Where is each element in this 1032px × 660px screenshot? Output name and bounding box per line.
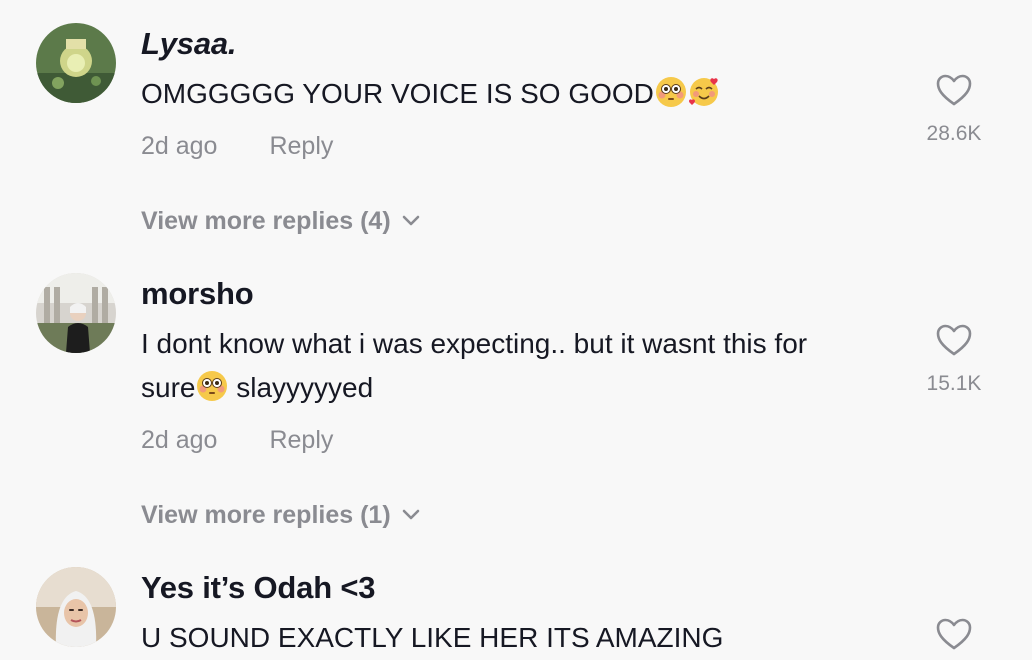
comment-text: U SOUND EXACTLY LIKE HER ITS AMAZING xyxy=(141,616,911,660)
heart-outline-icon[interactable] xyxy=(909,617,999,656)
comment-text-content: U SOUND EXACTLY LIKE HER ITS AMAZING xyxy=(141,622,724,653)
avatar[interactable] xyxy=(36,567,116,647)
comment-username[interactable]: Yes it’s Odah <3 xyxy=(141,570,375,606)
comment-item: Yes it’s Odah <3 U SOUND EXACTLY LIKE HE… xyxy=(0,0,1032,660)
like-group xyxy=(909,617,999,656)
